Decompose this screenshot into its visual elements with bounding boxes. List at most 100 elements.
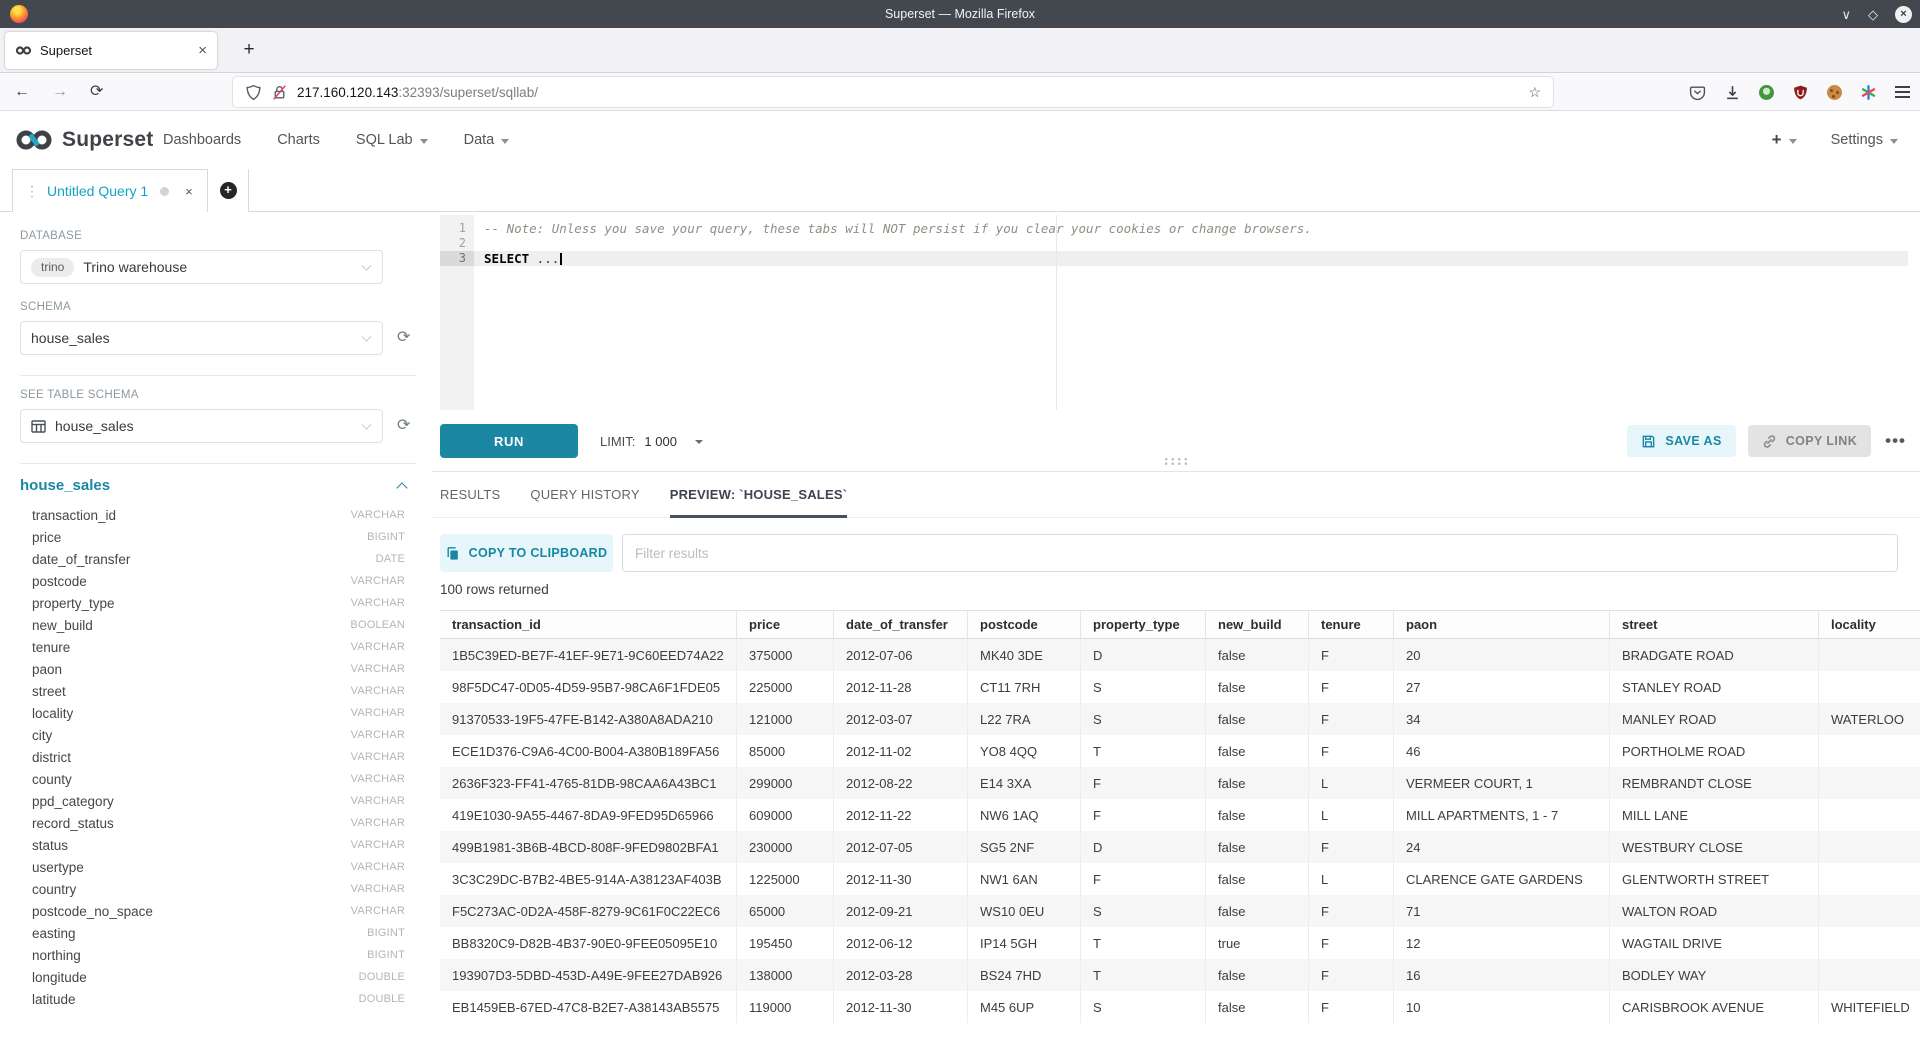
results-col-header-postcode[interactable]: postcode <box>968 611 1081 638</box>
browser-tab-title: Superset <box>40 43 92 58</box>
refresh-schemas-icon[interactable]: ⟳ <box>397 330 410 346</box>
chevron-up-icon[interactable] <box>396 482 407 493</box>
column-type: BIGINT <box>367 949 405 961</box>
schema-column-row[interactable]: date_of_transferDATE <box>20 548 416 570</box>
schema-column-row[interactable]: countryVARCHAR <box>20 878 416 900</box>
table-cell: 91370533-19F5-47FE-B142-A380A8ADA210 <box>440 703 737 735</box>
sql-statement-rest: ... <box>529 251 559 266</box>
results-col-header-new_build[interactable]: new_build <box>1206 611 1309 638</box>
add-new-button[interactable]: + <box>1772 130 1797 150</box>
schema-column-row[interactable]: priceBIGINT <box>20 526 416 548</box>
privacy-extension-icon[interactable] <box>1759 85 1774 100</box>
query-tab-close-icon[interactable]: × <box>185 184 193 199</box>
table-cell: T <box>1081 927 1206 959</box>
schema-column-row[interactable]: countyVARCHAR <box>20 768 416 790</box>
run-button[interactable]: RUN <box>440 424 578 458</box>
schema-column-row[interactable]: record_statusVARCHAR <box>20 812 416 834</box>
results-col-header-tenure[interactable]: tenure <box>1309 611 1394 638</box>
results-col-header-locality[interactable]: locality <box>1819 611 1920 638</box>
nav-item-dashboards[interactable]: Dashboards <box>163 132 241 148</box>
url-bar[interactable]: 217.160.120.143:32393/superset/sqllab/ ☆ <box>233 77 1553 107</box>
column-type: VARCHAR <box>351 641 405 653</box>
menu-hamburger-icon[interactable] <box>1895 86 1910 97</box>
table-cell: 299000 <box>737 767 834 799</box>
bookmark-star-icon[interactable]: ☆ <box>1528 84 1541 101</box>
schema-column-row[interactable]: postcode_no_spaceVARCHAR <box>20 900 416 922</box>
results-col-header-price[interactable]: price <box>737 611 834 638</box>
sql-editor[interactable]: 1 2 3 -- Note: Unless you save your quer… <box>440 215 1908 410</box>
schema-column-row[interactable]: paonVARCHAR <box>20 658 416 680</box>
downloads-icon[interactable] <box>1724 84 1741 101</box>
schema-column-row[interactable]: transaction_idVARCHAR <box>20 504 416 526</box>
schema-column-row[interactable]: property_typeVARCHAR <box>20 592 416 614</box>
results-col-header-transaction_id[interactable]: transaction_id <box>440 611 737 638</box>
nav-item-sql-lab[interactable]: SQL Lab <box>356 132 428 148</box>
nav-item-data[interactable]: Data <box>464 132 510 148</box>
cookie-extension-icon[interactable] <box>1827 85 1842 100</box>
more-options-icon[interactable]: ••• <box>1885 431 1906 451</box>
nav-item-charts[interactable]: Charts <box>277 132 320 148</box>
pocket-icon[interactable] <box>1689 84 1706 101</box>
schema-column-row[interactable]: postcodeVARCHAR <box>20 570 416 592</box>
drag-handle-icon[interactable]: ⋮ <box>25 183 38 200</box>
schema-column-row[interactable]: cityVARCHAR <box>20 724 416 746</box>
forward-icon[interactable]: → <box>52 84 68 100</box>
schema-column-row[interactable]: districtVARCHAR <box>20 746 416 768</box>
pane-resize-handle[interactable] <box>1163 457 1189 466</box>
column-type: VARCHAR <box>351 663 405 675</box>
limit-dropdown[interactable]: LIMIT: 1 000 <box>600 411 703 472</box>
query-tab-untitled-query-1[interactable]: ⋮ Untitled Query 1 × <box>12 169 208 212</box>
browser-tab[interactable]: Superset × <box>5 32 217 69</box>
copy-link-button[interactable]: COPY LINK <box>1748 425 1871 457</box>
extension-asterisk-icon[interactable] <box>1860 84 1877 101</box>
schema-column-row[interactable]: longitudeDOUBLE <box>20 966 416 988</box>
add-query-tab-button[interactable]: + <box>208 169 249 212</box>
column-name: county <box>32 772 72 787</box>
browser-tab-close-icon[interactable]: × <box>198 42 207 59</box>
window-close-button[interactable]: × <box>1895 6 1912 23</box>
schema-column-row[interactable]: new_buildBOOLEAN <box>20 614 416 636</box>
schema-column-row[interactable]: eastingBIGINT <box>20 922 416 944</box>
results-col-header-street[interactable]: street <box>1610 611 1819 638</box>
table-cell: L22 7RA <box>968 703 1081 735</box>
filter-results-input[interactable] <box>622 534 1898 572</box>
schema-column-row[interactable]: usertypeVARCHAR <box>20 856 416 878</box>
column-name: district <box>32 750 71 765</box>
results-tab-results[interactable]: RESULTS <box>440 472 500 517</box>
window-minimize-button[interactable]: ∨ <box>1841 8 1851 21</box>
lock-crossed-icon[interactable] <box>271 84 288 101</box>
results-col-header-property_type[interactable]: property_type <box>1081 611 1206 638</box>
reload-icon[interactable]: ⟳ <box>90 84 103 100</box>
results-col-header-date_of_transfer[interactable]: date_of_transfer <box>834 611 968 638</box>
save-as-button[interactable]: SAVE AS <box>1627 425 1735 457</box>
schema-column-row[interactable]: tenureVARCHAR <box>20 636 416 658</box>
schema-column-row[interactable]: northingBIGINT <box>20 944 416 966</box>
ublock-shield-icon[interactable] <box>1792 84 1809 101</box>
schema-column-row[interactable]: latitudeDOUBLE <box>20 988 416 1010</box>
refresh-tables-icon[interactable]: ⟳ <box>397 418 410 434</box>
table-select[interactable]: house_sales <box>20 409 383 443</box>
back-icon[interactable]: ← <box>14 84 30 100</box>
table-schema-header[interactable]: house_sales <box>20 477 416 494</box>
results-tab-preview[interactable]: PREVIEW: `HOUSE_SALES` <box>670 472 848 517</box>
results-tab-query-history[interactable]: QUERY HISTORY <box>530 472 639 517</box>
schema-select[interactable]: house_sales <box>20 321 383 355</box>
database-label: DATABASE <box>20 230 416 242</box>
window-maximize-button[interactable]: ◇ <box>1868 8 1878 21</box>
superset-brand[interactable]: Superset <box>14 111 153 169</box>
new-tab-button[interactable]: + <box>236 37 262 63</box>
database-select[interactable]: trino Trino warehouse <box>20 250 383 284</box>
schema-column-row[interactable]: streetVARCHAR <box>20 680 416 702</box>
shield-icon[interactable] <box>245 84 262 101</box>
schema-column-row[interactable]: localityVARCHAR <box>20 702 416 724</box>
schema-column-row[interactable]: statusVARCHAR <box>20 834 416 856</box>
schema-column-row[interactable]: ppd_categoryVARCHAR <box>20 790 416 812</box>
column-name: new_build <box>32 618 93 633</box>
results-col-header-paon[interactable]: paon <box>1394 611 1610 638</box>
nav-arrows: ← → ⟳ <box>14 73 103 111</box>
chevron-down-icon <box>1789 139 1797 144</box>
sql-empty-line <box>484 236 1908 251</box>
copy-to-clipboard-button[interactable]: COPY TO CLIPBOARD <box>440 534 613 572</box>
table-cell <box>1819 767 1920 799</box>
settings-menu[interactable]: Settings <box>1831 132 1898 148</box>
